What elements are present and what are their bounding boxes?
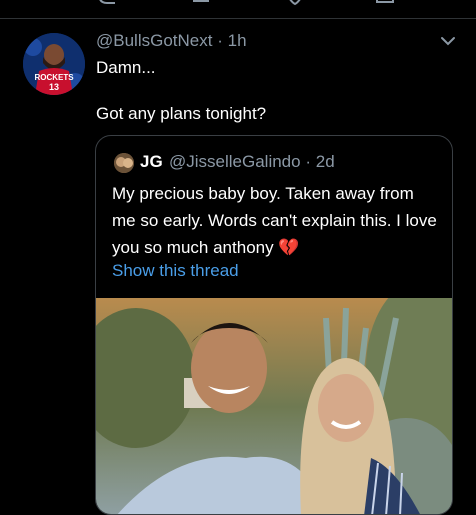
quoted-meta: @JisselleGalindo · 2d (169, 152, 335, 172)
share-icon[interactable] (375, 0, 395, 8)
quoted-tweet-card[interactable]: JG @JisselleGalindo · 2d My precious bab… (95, 135, 453, 515)
quoted-avatar-image (114, 153, 134, 173)
tweet-separator: · (217, 31, 223, 50)
tweet-time[interactable]: 1h (228, 31, 247, 50)
like-icon[interactable] (285, 0, 305, 8)
quoted-time[interactable]: 2d (316, 152, 335, 171)
tweet-meta: @BullsGotNext · 1h (96, 31, 247, 51)
tweet-text-line: Damn... (96, 58, 156, 77)
quoted-text-body: My precious baby boy. Taken away from me… (112, 184, 437, 257)
avatar-jersey-number: 13 (49, 82, 59, 92)
retweet-icon[interactable] (192, 0, 212, 8)
quoted-avatar[interactable] (114, 153, 134, 173)
quoted-handle[interactable]: @JisselleGalindo (169, 152, 301, 171)
tweet-text-line: Got any plans tonight? (96, 104, 267, 123)
broken-heart-emoji: 💔 (278, 238, 300, 257)
quoted-tweet-photo[interactable] (96, 298, 453, 515)
reply-icon[interactable] (97, 0, 117, 8)
chevron-down-icon[interactable] (440, 35, 456, 47)
avatar[interactable]: ROCKETS 13 (23, 33, 85, 95)
previous-tweet-actions (0, 0, 476, 18)
quoted-display-name[interactable]: JG (140, 152, 163, 172)
avatar-image: ROCKETS 13 (23, 33, 85, 95)
tweet-handle[interactable]: @BullsGotNext (96, 31, 212, 50)
show-thread-link[interactable]: Show this thread (112, 261, 239, 281)
quoted-tweet-text: My precious baby boy. Taken away from me… (112, 180, 442, 261)
tweet-divider (0, 18, 476, 19)
quoted-separator: · (305, 152, 311, 171)
avatar-jersey-text: ROCKETS (34, 73, 74, 82)
